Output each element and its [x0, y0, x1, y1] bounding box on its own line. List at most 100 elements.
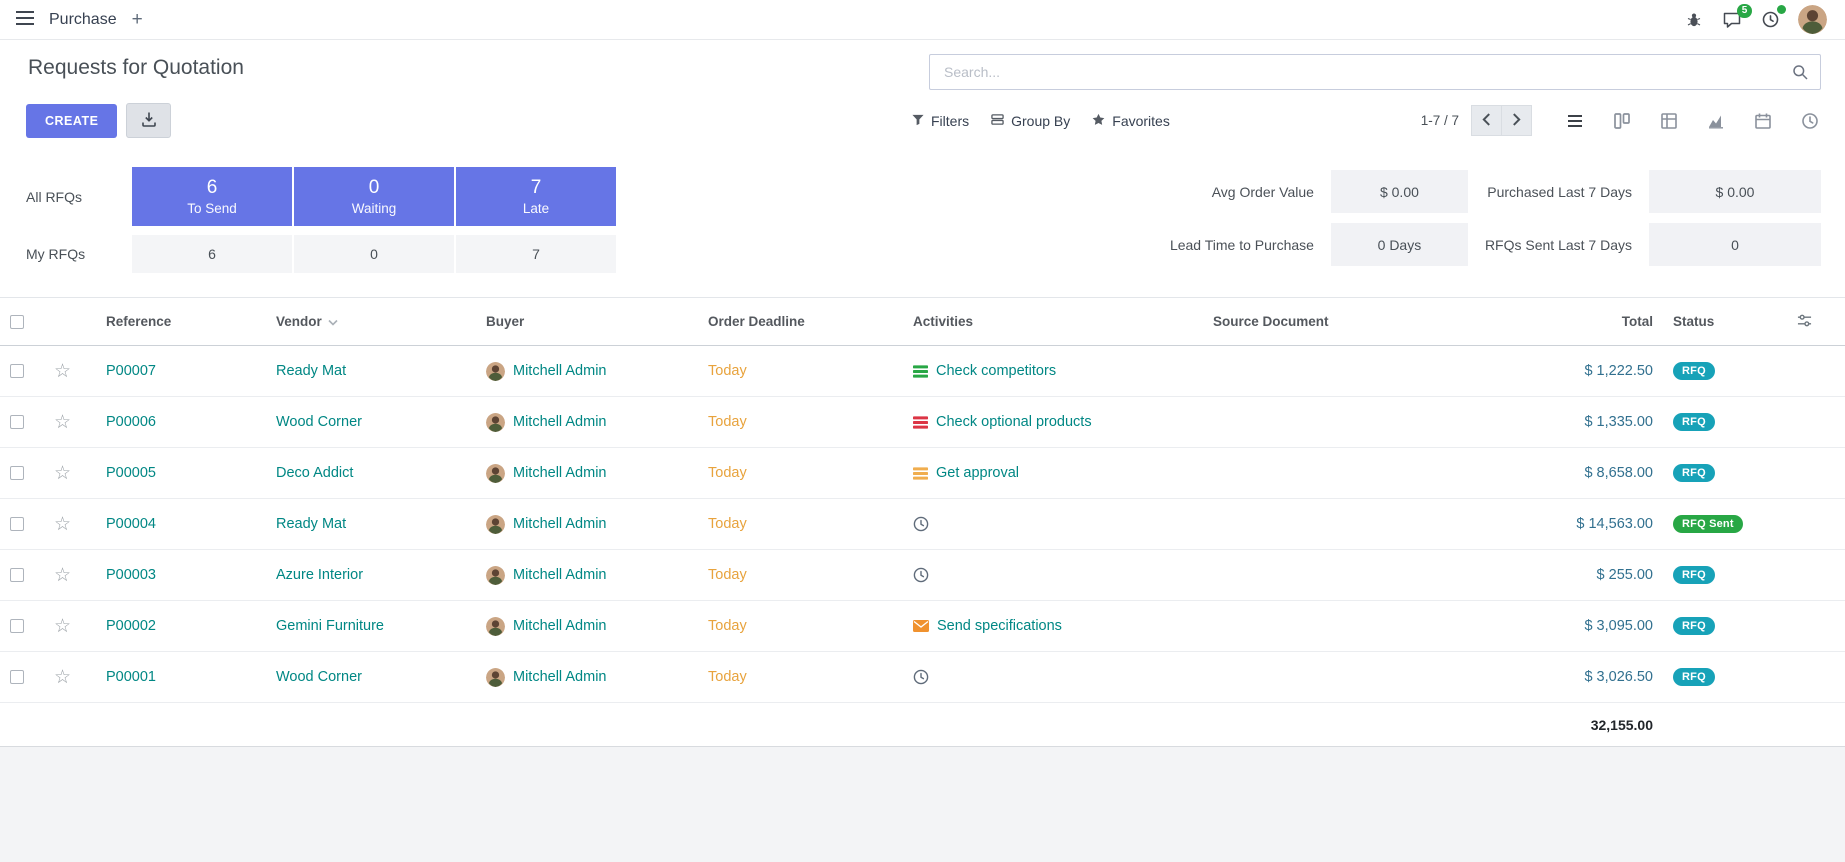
calendar-view-icon[interactable] [1752, 110, 1774, 132]
search-input[interactable] [942, 63, 1790, 81]
header-source-document[interactable]: Source Document [1203, 298, 1463, 346]
stat-value-avg-order-value[interactable]: $ 0.00 [1331, 170, 1468, 213]
buyer-avatar [486, 464, 505, 483]
rfq-list-table: Reference Vendor Buyer Order Deadline Ac… [0, 297, 1845, 747]
my-late-count[interactable]: 7 [456, 235, 616, 273]
table-row[interactable]: ☆ P00003 Azure Interior Mitchell Admin T… [0, 550, 1845, 601]
activities-clock-icon[interactable] [1760, 9, 1781, 30]
header-vendor[interactable]: Vendor [266, 298, 476, 346]
star-icon[interactable]: ☆ [54, 667, 71, 688]
row-checkbox[interactable] [10, 466, 24, 480]
activity-label[interactable]: Check competitors [936, 363, 1056, 379]
clock-icon[interactable] [913, 567, 929, 583]
clock-icon[interactable] [913, 669, 929, 685]
reference-link[interactable]: P00002 [106, 618, 156, 634]
pager-previous-button[interactable] [1471, 105, 1502, 136]
activity-label[interactable]: Send specifications [937, 618, 1062, 634]
table-row[interactable]: ☆ P00006 Wood Corner Mitchell Admin Toda… [0, 397, 1845, 448]
pager-next-button[interactable] [1501, 105, 1532, 136]
activity-label[interactable]: Get approval [936, 465, 1019, 481]
group-by-button[interactable]: Group By [980, 107, 1081, 135]
apps-menu-button[interactable] [14, 9, 36, 30]
row-checkbox[interactable] [10, 619, 24, 633]
tasks-red-icon[interactable] [913, 415, 928, 430]
reference-link[interactable]: P00005 [106, 465, 156, 481]
stat-value-rfqs-sent[interactable]: 0 [1649, 223, 1821, 266]
vendor-link[interactable]: Gemini Furniture [276, 618, 384, 634]
table-row[interactable]: ☆ P00007 Ready Mat Mitchell Admin Today … [0, 346, 1845, 397]
star-icon[interactable]: ☆ [54, 463, 71, 484]
select-all-checkbox[interactable] [0, 298, 44, 346]
row-checkbox[interactable] [10, 517, 24, 531]
my-to-send-count[interactable]: 6 [132, 235, 292, 273]
tasks-yellow-icon[interactable] [913, 466, 928, 481]
current-app-name[interactable]: Purchase [49, 11, 117, 29]
row-checkbox[interactable] [10, 415, 24, 429]
list-view-icon[interactable] [1564, 110, 1586, 132]
vendor-link[interactable]: Deco Addict [276, 465, 353, 481]
row-checkbox[interactable] [10, 670, 24, 684]
messages-icon[interactable]: 5 [1721, 10, 1743, 30]
order-deadline: Today [708, 669, 747, 685]
tile-late[interactable]: 7 Late [456, 167, 616, 226]
envelope-icon[interactable] [913, 620, 929, 632]
buyer-avatar [486, 668, 505, 687]
vendor-link[interactable]: Wood Corner [276, 414, 362, 430]
activity-label[interactable]: Check optional products [936, 414, 1092, 430]
reference-link[interactable]: P00003 [106, 567, 156, 583]
header-activities[interactable]: Activities [903, 298, 1203, 346]
vendor-link[interactable]: Ready Mat [276, 363, 346, 379]
search-icon[interactable] [1790, 62, 1810, 82]
export-button[interactable] [126, 103, 171, 138]
star-icon[interactable]: ☆ [54, 616, 71, 637]
table-row[interactable]: ☆ P00005 Deco Addict Mitchell Admin Toda… [0, 448, 1845, 499]
row-checkbox[interactable] [10, 568, 24, 582]
plus-icon[interactable]: + [130, 10, 145, 29]
vendor-link[interactable]: Azure Interior [276, 567, 363, 583]
clock-icon[interactable] [913, 516, 929, 532]
stat-value-purchased-last-7-days[interactable]: $ 0.00 [1649, 170, 1821, 213]
graph-view-icon[interactable] [1705, 110, 1727, 132]
reference-link[interactable]: P00001 [106, 669, 156, 685]
star-icon[interactable]: ☆ [54, 514, 71, 535]
optional-columns-button[interactable] [1763, 298, 1845, 346]
reference-link[interactable]: P00006 [106, 414, 156, 430]
star-icon[interactable]: ☆ [54, 412, 71, 433]
order-deadline: Today [708, 363, 747, 379]
stat-value-lead-time[interactable]: 0 Days [1331, 223, 1468, 266]
chevron-left-icon [1482, 113, 1491, 129]
create-button[interactable]: CREATE [26, 104, 117, 138]
tasks-green-icon[interactable] [913, 364, 928, 379]
table-row[interactable]: ☆ P00004 Ready Mat Mitchell Admin Today … [0, 499, 1845, 550]
table-row[interactable]: ☆ P00001 Wood Corner Mitchell Admin Toda… [0, 652, 1845, 703]
tile-waiting[interactable]: 0 Waiting [294, 167, 454, 226]
status-badge: RFQ [1673, 362, 1715, 380]
header-status[interactable]: Status [1663, 298, 1763, 346]
user-avatar[interactable] [1798, 5, 1827, 34]
reference-link[interactable]: P00007 [106, 363, 156, 379]
table-row[interactable]: ☆ P00002 Gemini Furniture Mitchell Admin… [0, 601, 1845, 652]
purchase-app: Purchase + 5 Requests for Quotation [0, 0, 1845, 747]
debug-bug-icon[interactable] [1684, 10, 1704, 30]
tile-to-send[interactable]: 6 To Send [132, 167, 292, 226]
header-buyer[interactable]: Buyer [476, 298, 698, 346]
kanban-view-icon[interactable] [1611, 110, 1633, 132]
group-by-label: Group By [1011, 113, 1070, 129]
favorites-button[interactable]: Favorites [1081, 107, 1181, 135]
buyer-name: Mitchell Admin [513, 567, 606, 583]
header-reference[interactable]: Reference [96, 298, 266, 346]
header-order-deadline[interactable]: Order Deadline [698, 298, 903, 346]
vendor-link[interactable]: Ready Mat [276, 516, 346, 532]
row-checkbox[interactable] [10, 364, 24, 378]
pivot-view-icon[interactable] [1658, 110, 1680, 132]
buyer-avatar [486, 617, 505, 636]
vendor-link[interactable]: Wood Corner [276, 669, 362, 685]
header-total[interactable]: Total [1463, 298, 1663, 346]
my-waiting-count[interactable]: 0 [294, 235, 454, 273]
star-icon[interactable]: ☆ [54, 361, 71, 382]
status-badge: RFQ [1673, 566, 1715, 584]
star-icon[interactable]: ☆ [54, 565, 71, 586]
activity-view-icon[interactable] [1799, 110, 1821, 132]
reference-link[interactable]: P00004 [106, 516, 156, 532]
filters-button[interactable]: Filters [901, 107, 980, 135]
